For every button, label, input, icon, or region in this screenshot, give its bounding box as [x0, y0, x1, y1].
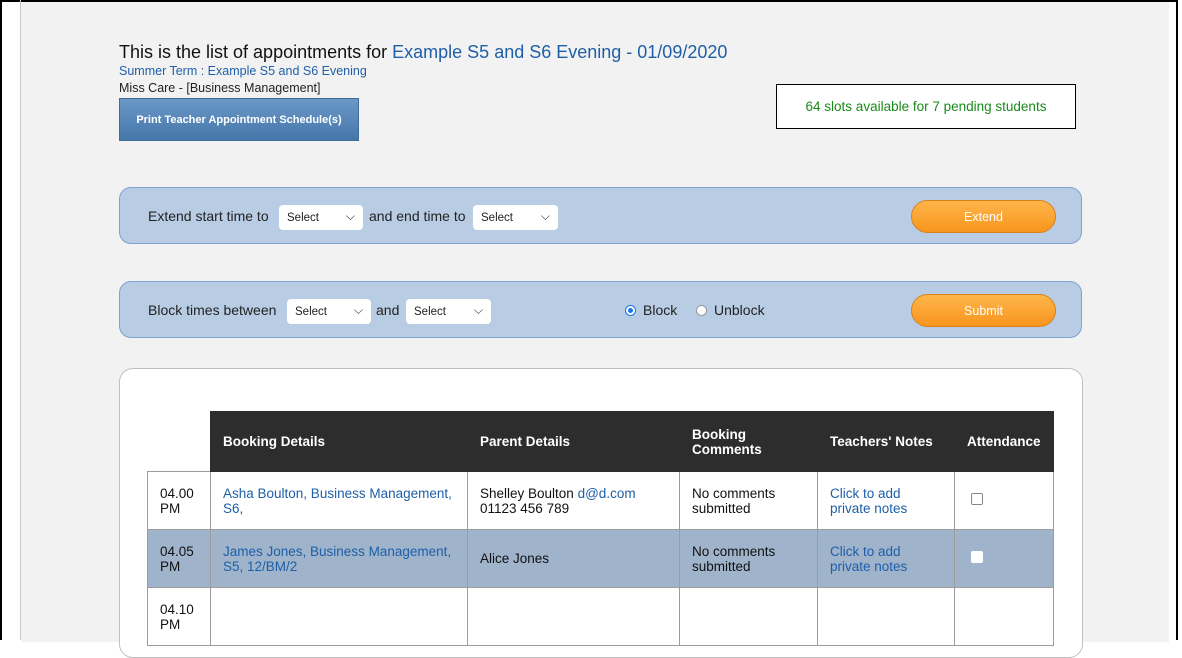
header-attendance: Attendance [954, 411, 1054, 472]
submit-button[interactable]: Submit [911, 294, 1056, 327]
time-cell: 04.05 PM [147, 529, 211, 588]
divider [20, 0, 21, 640]
extend-start-label: Extend start time to [148, 208, 269, 224]
comments-cell: No comments submitted [679, 471, 818, 530]
parent-cell: Shelley Boulton d@d.com 01123 456 789 [467, 471, 680, 530]
term-subtitle: Summer Term : Example S5 and S6 Evening [119, 64, 367, 78]
block-start-select-value: Select [295, 305, 327, 318]
attendance-checkbox[interactable] [971, 551, 983, 563]
radio-unblock[interactable]: Unblock [696, 302, 765, 318]
booking-cell: Asha Boulton, Business Management, S6, [210, 471, 468, 530]
block-end-select[interactable]: Select ⌵ [406, 299, 491, 324]
radio-selected-icon [625, 304, 636, 316]
parent-name: Shelley Boulton [480, 485, 574, 501]
notes-cell: Click to add private notes [817, 471, 955, 530]
table-row: 04.10 PM [147, 587, 1054, 646]
notes-cell: Click to add private notes [817, 529, 955, 588]
appointments-table: Booking Details Parent Details Booking C… [147, 411, 1054, 646]
chevron-down-icon: ⌵ [473, 303, 483, 317]
booking-link[interactable]: James Jones, Business Management, S5, 12… [223, 544, 451, 574]
block-start-label: Block times between [148, 302, 277, 318]
booking-cell [210, 587, 468, 646]
extend-start-select[interactable]: Select ⌵ [279, 205, 363, 230]
print-schedule-button[interactable]: Print Teacher Appointment Schedule(s) [119, 98, 359, 141]
time-cell: 04.10 PM [147, 587, 211, 646]
attendance-checkbox[interactable] [971, 493, 983, 505]
chevron-down-icon: ⌵ [353, 303, 363, 317]
page-title: This is the list of appointments for Exa… [119, 42, 727, 63]
extend-end-select[interactable]: Select ⌵ [473, 205, 558, 230]
block-and-label: and [376, 302, 400, 318]
header-booking-comments: Booking Comments [679, 411, 818, 472]
extend-button[interactable]: Extend [911, 200, 1056, 233]
header-parent-details: Parent Details [467, 411, 680, 472]
comments-cell: No comments submitted [679, 529, 818, 588]
block-time-bar: Block times between Select ⌵ and Select … [119, 281, 1082, 338]
chevron-down-icon: ⌵ [345, 209, 355, 223]
time-header [147, 411, 211, 472]
extend-time-bar: Extend start time to Select ⌵ and end ti… [119, 187, 1082, 244]
notes-cell [817, 587, 955, 646]
radio-block[interactable]: Block [625, 302, 677, 318]
table-header-row: Booking Details Parent Details Booking C… [147, 411, 1054, 472]
booking-cell: James Jones, Business Management, S5, 12… [210, 529, 468, 588]
radio-unselected-icon [696, 304, 707, 316]
table-row: 04.05 PM James Jones, Business Managemen… [147, 529, 1054, 588]
attendance-cell [954, 587, 1054, 646]
attendance-cell [954, 471, 1054, 530]
block-start-select[interactable]: Select ⌵ [287, 299, 371, 324]
page-title-prefix: This is the list of appointments for [119, 42, 388, 62]
parent-cell [467, 587, 680, 646]
chevron-down-icon: ⌵ [540, 209, 550, 223]
table-row: 04.00 PM Asha Boulton, Business Manageme… [147, 471, 1054, 530]
radio-block-label: Block [643, 302, 678, 318]
booking-link[interactable]: Asha Boulton, Business Management, S6, [223, 486, 452, 516]
parent-name: Alice Jones [480, 551, 550, 566]
parent-email-link[interactable]: d@d.com [578, 486, 636, 501]
add-notes-link[interactable]: Click to add private notes [830, 486, 907, 516]
event-name: Example S5 and S6 Evening - 01/09/2020 [392, 42, 728, 62]
extend-end-select-value: Select [481, 211, 513, 224]
attendance-cell [954, 529, 1054, 588]
time-cell: 04.00 PM [147, 471, 211, 530]
parent-cell: Alice Jones [467, 529, 680, 588]
parent-phone: 01123 456 789 [480, 500, 570, 516]
block-end-select-value: Select [414, 305, 446, 318]
slots-available-notice: 64 slots available for 7 pending student… [776, 84, 1076, 129]
extend-end-label: and end time to [369, 208, 466, 224]
comments-cell [679, 587, 818, 646]
extend-start-select-value: Select [287, 211, 319, 224]
header-teachers-notes: Teachers' Notes [817, 411, 955, 472]
teacher-name: Miss Care - [Business Management] [119, 81, 321, 95]
add-notes-link[interactable]: Click to add private notes [830, 544, 907, 574]
header-booking-details: Booking Details [210, 411, 468, 472]
radio-unblock-label: Unblock [714, 302, 765, 318]
